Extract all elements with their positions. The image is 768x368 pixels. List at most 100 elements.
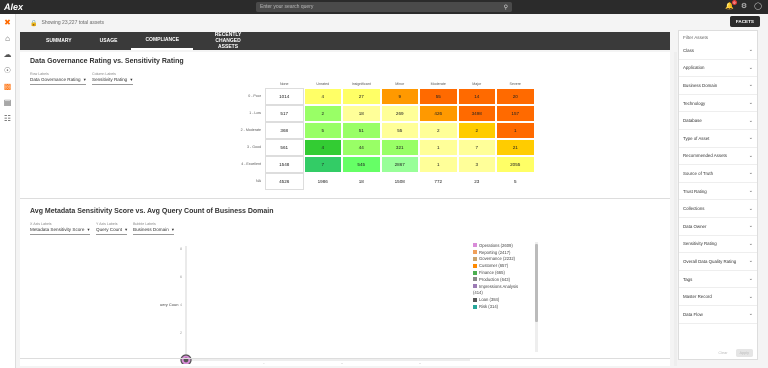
heatmap-cell[interactable]: 368: [265, 122, 304, 139]
chevron-down-icon[interactable]: ⌄: [749, 276, 753, 282]
chevron-down-icon[interactable]: ⌄: [749, 118, 753, 124]
heatmap-cell[interactable]: 4526: [265, 173, 304, 190]
heatmap-cell[interactable]: 545: [342, 156, 381, 173]
heatmap-cell[interactable]: 9: [380, 88, 419, 105]
facet-item[interactable]: Database ⌄: [679, 112, 757, 130]
facet-item[interactable]: Trust Rating ⌄: [679, 183, 757, 201]
legend-item[interactable]: (414): [473, 290, 518, 297]
facet-item[interactable]: Tags ⌄: [679, 271, 757, 289]
facet-item[interactable]: Type of Asset ⌄: [679, 130, 757, 148]
heatmap-cell[interactable]: 2: [303, 105, 342, 122]
legend-item[interactable]: Finance (665): [473, 269, 518, 276]
cloud-upload-icon[interactable]: ☁: [4, 50, 12, 60]
bar-chart-icon[interactable]: ▩: [4, 82, 12, 92]
facet-item[interactable]: Recommended Assets ⌄: [679, 148, 757, 166]
heatmap-cell[interactable]: 1: [496, 122, 535, 139]
heatmap-cell[interactable]: 18: [342, 173, 381, 190]
facet-item[interactable]: Technology ⌄: [679, 95, 757, 113]
x-axis-select[interactable]: Metadata Sensitivity Score ▾: [30, 227, 90, 235]
legend-item[interactable]: Loan (384): [473, 296, 518, 303]
column-labels-select[interactable]: Sensitivity Rating ▾: [92, 77, 133, 85]
chevron-down-icon[interactable]: ⌄: [749, 65, 753, 71]
heatmap-cell[interactable]: 1: [419, 156, 458, 173]
heatmap-cell[interactable]: 5: [496, 173, 535, 190]
legend-item[interactable]: Production (643): [473, 276, 518, 283]
chevron-down-icon[interactable]: ⌄: [749, 100, 753, 106]
heatmap-cell[interactable]: 2: [457, 122, 496, 139]
heatmap-cell[interactable]: 157: [496, 105, 535, 122]
heatmap-cell[interactable]: 21: [496, 139, 535, 156]
heatmap-cell[interactable]: 14: [457, 88, 496, 105]
facet-item[interactable]: Business Domain ⌄: [679, 77, 757, 95]
heatmap-cell[interactable]: 3498: [457, 105, 496, 122]
heatmap-cell[interactable]: 2867: [380, 156, 419, 173]
heatmap-cell[interactable]: 2: [419, 122, 458, 139]
chevron-down-icon[interactable]: ⌄: [749, 153, 753, 159]
facet-item[interactable]: Source of Truth ⌄: [679, 165, 757, 183]
heatmap-cell[interactable]: 1508: [380, 173, 419, 190]
heatmap-cell[interactable]: 55: [419, 88, 458, 105]
chevron-down-icon[interactable]: ⌄: [749, 135, 753, 141]
heatmap-cell[interactable]: 27: [342, 88, 381, 105]
facet-item[interactable]: Collections ⌄: [679, 200, 757, 218]
heatmap-cell[interactable]: 55: [380, 122, 419, 139]
home-icon[interactable]: ⌂: [5, 34, 10, 44]
facet-item[interactable]: Overall Data Quality Rating ⌄: [679, 253, 757, 271]
legend-item[interactable]: Customer (657): [473, 262, 518, 269]
apply-button[interactable]: Apply: [735, 349, 753, 357]
heatmap-cell[interactable]: 269: [380, 105, 419, 122]
legend-item[interactable]: Risk (314): [473, 303, 518, 310]
heatmap-cell[interactable]: 7: [457, 139, 496, 156]
legend-item[interactable]: Reporting (2417): [473, 249, 518, 256]
facet-item[interactable]: Data Flow ⌄: [679, 306, 757, 324]
chevron-down-icon[interactable]: ⌄: [749, 294, 753, 300]
heatmap-cell[interactable]: 772: [419, 173, 458, 190]
clapperboard-icon[interactable]: ▤: [4, 98, 12, 108]
book-icon[interactable]: ☷: [4, 114, 11, 124]
facet-item[interactable]: Data Owner ⌄: [679, 218, 757, 236]
heatmap-cell[interactable]: 1014: [265, 88, 304, 105]
chevron-down-icon[interactable]: ⌄: [749, 311, 753, 317]
heatmap-cell[interactable]: 426: [419, 105, 458, 122]
compass-icon[interactable]: ☉: [4, 66, 11, 76]
row-labels-select[interactable]: Data Governance Rating ▾: [30, 77, 86, 85]
clear-button[interactable]: Clear: [714, 349, 731, 357]
heatmap-cell[interactable]: 5: [303, 122, 342, 139]
heatmap-cell[interactable]: 3: [457, 156, 496, 173]
y-axis-select[interactable]: Query Count ▾: [96, 227, 128, 235]
legend-item[interactable]: Impressions Analysis: [473, 283, 518, 290]
facet-item[interactable]: Class ⌄: [679, 42, 757, 60]
facet-item[interactable]: Master Record ⌄: [679, 288, 757, 306]
heatmap-cell[interactable]: 1986: [303, 173, 342, 190]
heatmap-cell[interactable]: 23: [457, 173, 496, 190]
heatmap-cell[interactable]: 20: [496, 88, 535, 105]
search-icon[interactable]: ⚲: [504, 4, 508, 11]
chevron-down-icon[interactable]: ⌄: [749, 241, 753, 247]
facet-item[interactable]: Application ⌄: [679, 60, 757, 78]
heatmap-cell[interactable]: 4: [303, 139, 342, 156]
chevron-down-icon[interactable]: ⌄: [749, 258, 753, 264]
heatmap-cell[interactable]: 517: [265, 105, 304, 122]
chevron-down-icon[interactable]: ⌄: [749, 206, 753, 212]
search-input[interactable]: Enter your search query: [260, 4, 313, 10]
app-logo[interactable]: Alex: [4, 2, 23, 12]
heatmap-cell[interactable]: 1548: [265, 156, 304, 173]
chevron-down-icon[interactable]: ⌄: [749, 170, 753, 176]
logo-x-icon[interactable]: ✖: [4, 18, 11, 28]
heatmap-cell[interactable]: 7: [303, 156, 342, 173]
chevron-down-icon[interactable]: ⌄: [749, 47, 753, 53]
heatmap-cell[interactable]: 18: [342, 105, 381, 122]
heatmap-cell[interactable]: 1: [419, 139, 458, 156]
settings-gear-icon[interactable]: ⚙: [741, 2, 747, 10]
tab-summary[interactable]: SUMMARY: [32, 32, 86, 50]
legend-item[interactable]: Governance (2232): [473, 256, 518, 263]
heatmap-cell[interactable]: 2055: [496, 156, 535, 173]
search-bar[interactable]: Enter your search query ⚲: [256, 2, 512, 12]
facet-item[interactable]: Sensitivity Rating ⌄: [679, 236, 757, 254]
heatmap-cell[interactable]: 44: [342, 139, 381, 156]
legend-scroll-thumb[interactable]: [535, 244, 538, 322]
user-profile-icon[interactable]: ◯: [754, 2, 762, 10]
legend-item[interactable]: Operations (2609): [473, 242, 518, 249]
heatmap-cell[interactable]: 321: [380, 139, 419, 156]
facets-button[interactable]: FACETS: [729, 16, 760, 27]
